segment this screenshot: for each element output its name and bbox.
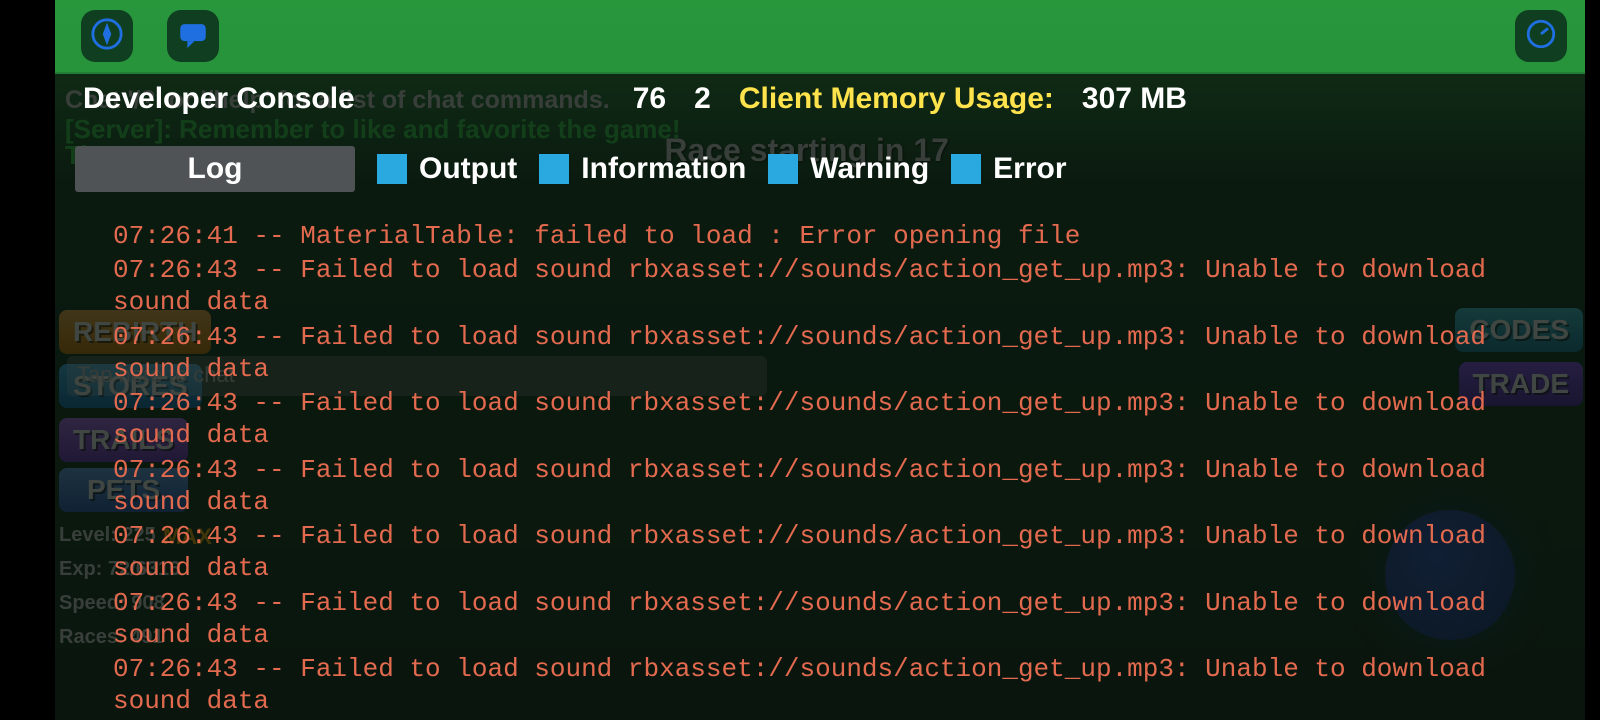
memory-usage-label: Client Memory Usage:: [739, 82, 1054, 116]
log-line: 07:26:43 -- Failed to load sound rbxasse…: [113, 520, 1575, 584]
log-line: 07:26:43 -- Failed to load sound rbxasse…: [113, 254, 1575, 318]
checkbox-icon: [539, 154, 569, 184]
compass-icon: [90, 17, 124, 56]
console-tabs: Log Output Information Warning Error: [75, 144, 1067, 194]
gauge-icon: [1524, 17, 1558, 56]
console-title: Developer Console: [83, 82, 355, 116]
filter-error[interactable]: Error: [951, 152, 1066, 186]
compass-button[interactable]: [81, 10, 133, 62]
console-log-output[interactable]: 07:26:41 -- MaterialTable: failed to loa…: [113, 220, 1575, 720]
filter-error-label: Error: [993, 152, 1066, 186]
log-line: 07:26:43 -- Failed to load sound rbxasse…: [113, 587, 1575, 651]
log-line: 07:26:43 -- Failed to load sound rbxasse…: [113, 321, 1575, 385]
checkbox-icon: [768, 154, 798, 184]
chat-toggle-button[interactable]: [167, 10, 219, 62]
chat-icon: [176, 17, 210, 56]
filter-output[interactable]: Output: [377, 152, 517, 186]
game-viewport: Chat '/?' or '/help' for a list of chat …: [55, 0, 1585, 720]
tab-log[interactable]: Log: [75, 146, 355, 192]
checkbox-icon: [377, 154, 407, 184]
filter-warning[interactable]: Warning: [768, 152, 929, 186]
filter-warning-label: Warning: [810, 152, 929, 186]
filter-information[interactable]: Information: [539, 152, 746, 186]
memory-usage-value: 307 MB: [1082, 82, 1187, 116]
console-header: Developer Console 76 2 Client Memory Usa…: [55, 74, 1585, 124]
console-count-1: 76: [633, 82, 666, 116]
top-bar: [55, 0, 1585, 72]
performance-button[interactable]: [1515, 10, 1567, 62]
log-line: 07:26:41 -- MaterialTable: failed to loa…: [113, 220, 1575, 252]
developer-console: Developer Console 76 2 Client Memory Usa…: [55, 74, 1585, 720]
filter-output-label: Output: [419, 152, 517, 186]
log-line: 07:26:43 -- Failed to load sound rbxasse…: [113, 387, 1575, 451]
log-line: 07:26:43 -- Failed to load sound rbxasse…: [113, 454, 1575, 518]
console-count-2: 2: [694, 82, 711, 116]
filter-information-label: Information: [581, 152, 746, 186]
checkbox-icon: [951, 154, 981, 184]
log-line: 07:26:43 -- Failed to load sound rbxasse…: [113, 653, 1575, 717]
